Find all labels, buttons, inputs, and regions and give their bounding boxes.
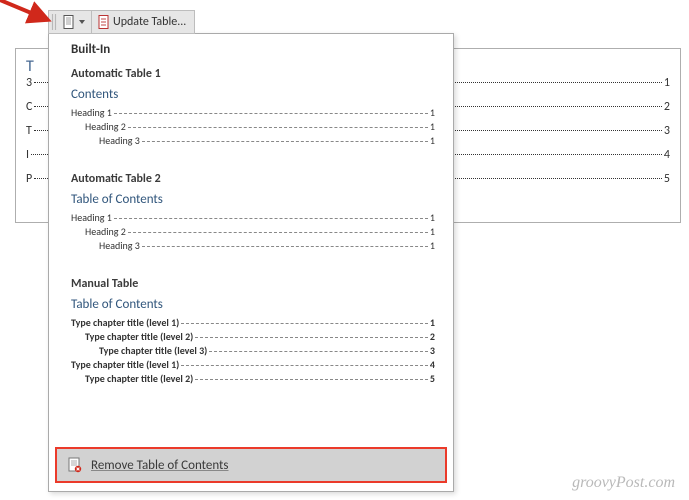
preset-preview[interactable]: Table of Contents Heading 11 Heading 21 … <box>71 192 435 253</box>
preset-automatic-1[interactable]: Automatic Table 1 <box>49 61 453 87</box>
chevron-down-icon <box>79 20 85 24</box>
toc-row-page: 3 <box>664 124 670 138</box>
builtin-header: Built-In <box>49 34 453 61</box>
leader-dots <box>209 351 428 352</box>
preview-line-label: Type chapter title (level 1) <box>71 316 179 329</box>
toc-row-page: 2 <box>664 100 670 114</box>
preview-line-page: 1 <box>430 239 435 252</box>
leader-dots <box>195 337 428 338</box>
toc-row-letter: I <box>26 148 29 162</box>
preview-line-label: Heading 1 <box>71 106 112 119</box>
toc-row-page: 5 <box>664 172 670 186</box>
leader-dots <box>128 127 428 128</box>
preview-line-page: 1 <box>430 211 435 224</box>
leader-dots <box>181 323 428 324</box>
watermark-text: groovyPost.com <box>572 474 675 492</box>
preview-line-label: Type chapter title (level 1) <box>71 358 179 371</box>
document-icon <box>63 15 75 29</box>
toc-row-letter: T <box>26 124 32 138</box>
toc-row-page: 1 <box>664 76 670 90</box>
preset-manual-table[interactable]: Manual Table <box>49 271 453 297</box>
preview-line-label: Type chapter title (level 2) <box>85 372 193 385</box>
preview-line-page: 1 <box>430 134 435 147</box>
preset-preview[interactable]: Contents Heading 1 1 Heading 2 1 Heading 3… <box>71 87 435 148</box>
toc-toolbar: Update Table... <box>48 10 195 34</box>
preview-line-page: 4 <box>430 358 435 371</box>
preview-line-page: 3 <box>430 344 435 357</box>
preview-line-label: Heading 2 <box>85 225 126 238</box>
toc-row-page: 4 <box>664 148 670 162</box>
toc-row-letter: P <box>26 172 32 186</box>
leader-dots <box>142 246 428 247</box>
preview-line-label: Heading 3 <box>99 239 140 252</box>
leader-dots <box>128 232 428 233</box>
preview-line-page: 1 <box>430 316 435 329</box>
remove-toc-button[interactable]: Remove Table of Contents <box>55 447 447 483</box>
preview-line-label: Type chapter title (level 3) <box>99 344 207 357</box>
pointer-arrow <box>0 0 56 34</box>
leader-dots <box>195 379 428 380</box>
toc-gallery-panel: Built-In Automatic Table 1 Contents Head… <box>48 33 454 492</box>
toc-row-letter: C <box>26 100 32 114</box>
preview-line-page: 1 <box>430 225 435 238</box>
preview-line-page: 2 <box>430 330 435 343</box>
leader-dots <box>142 141 428 142</box>
preview-line-label: Heading 3 <box>99 134 140 147</box>
update-table-button[interactable]: Update Table... <box>91 11 190 33</box>
preset-automatic-2[interactable]: Automatic Table 2 <box>49 166 453 192</box>
leader-dots <box>114 218 428 219</box>
remove-toc-label: Remove Table of Contents <box>91 458 229 473</box>
preview-line-page: 1 <box>430 106 435 119</box>
document-delete-icon <box>67 457 83 473</box>
leader-dots <box>114 113 428 114</box>
preview-line-label: Type chapter title (level 2) <box>85 330 193 343</box>
preview-title: Table of Contents <box>71 297 435 312</box>
preview-line-label: Heading 2 <box>85 120 126 133</box>
preview-title: Table of Contents <box>71 192 435 207</box>
preview-title: Contents <box>71 87 435 102</box>
leader-dots <box>181 365 428 366</box>
preview-line-page: 5 <box>430 372 435 385</box>
toc-gallery-button[interactable] <box>59 11 89 33</box>
update-table-label: Update Table... <box>113 15 186 29</box>
document-refresh-icon <box>98 15 110 29</box>
preset-preview[interactable]: Table of Contents Type chapter title (le… <box>71 297 435 386</box>
preview-line-label: Heading 1 <box>71 211 112 224</box>
toc-row-letter: 3 <box>26 76 32 90</box>
preview-line-page: 1 <box>430 120 435 133</box>
